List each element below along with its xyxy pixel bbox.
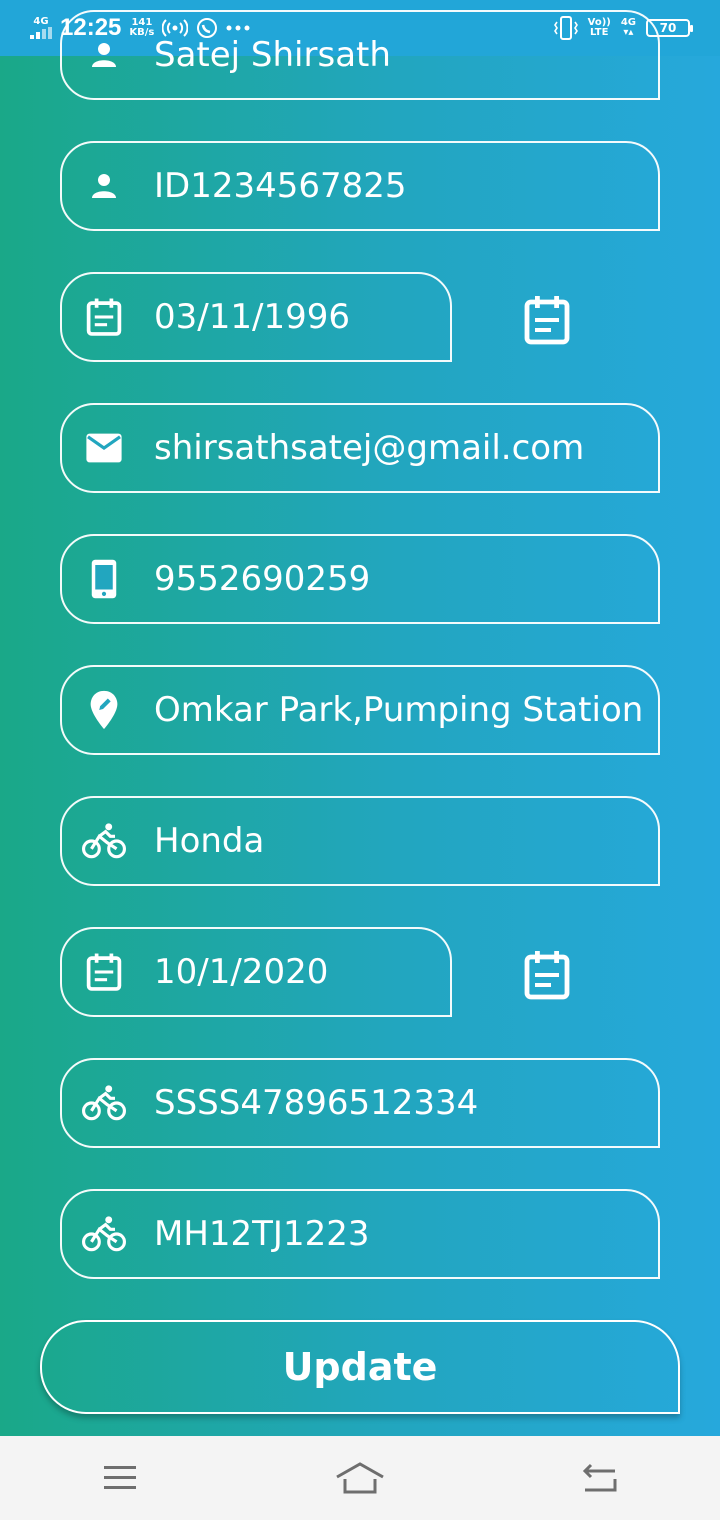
vehicle-date-value: 10/1/2020 bbox=[154, 952, 329, 992]
calendar-icon bbox=[524, 296, 570, 345]
chassis-number-value: SSSS47896512334 bbox=[154, 1083, 479, 1123]
home-button[interactable] bbox=[330, 1448, 390, 1508]
bicycle-icon bbox=[82, 1081, 126, 1125]
address-value: Omkar Park,Pumping Station bbox=[154, 690, 644, 730]
mail-icon bbox=[82, 426, 126, 470]
phone-field[interactable]: 9552690259 bbox=[60, 534, 660, 624]
home-icon bbox=[336, 1462, 384, 1494]
location-pin-icon bbox=[82, 688, 126, 732]
menu-button[interactable] bbox=[90, 1448, 150, 1508]
battery-level: 70 bbox=[659, 21, 677, 35]
person-icon bbox=[82, 164, 126, 208]
id-value: ID1234567825 bbox=[154, 166, 407, 206]
vehicle-date-field[interactable]: 10/1/2020 bbox=[60, 927, 452, 1017]
calendar-icon bbox=[82, 295, 126, 339]
signal-indicator: 4G bbox=[30, 17, 52, 39]
dob-calendar-button[interactable] bbox=[518, 291, 576, 349]
name-field[interactable]: Satej Shirsath bbox=[60, 10, 660, 100]
dob-value: 03/11/1996 bbox=[154, 297, 350, 337]
navigation-bar bbox=[0, 1436, 720, 1520]
menu-icon bbox=[104, 1466, 136, 1489]
email-value: shirsathsatej@gmail.com bbox=[154, 428, 585, 468]
phone-value: 9552690259 bbox=[154, 559, 371, 599]
update-button[interactable]: Update bbox=[40, 1320, 680, 1414]
signal-bars-icon bbox=[30, 27, 52, 39]
dob-field[interactable]: 03/11/1996 bbox=[60, 272, 452, 362]
network-type: 4G bbox=[33, 16, 49, 27]
email-field[interactable]: shirsathsatej@gmail.com bbox=[60, 403, 660, 493]
registration-number-value: MH12TJ1223 bbox=[154, 1214, 370, 1254]
calendar-icon bbox=[82, 950, 126, 994]
back-button[interactable] bbox=[570, 1448, 630, 1508]
id-field[interactable]: ID1234567825 bbox=[60, 141, 660, 231]
name-value: Satej Shirsath bbox=[154, 35, 391, 75]
registration-number-field[interactable]: MH12TJ1223 bbox=[60, 1189, 660, 1279]
address-field[interactable]: Omkar Park,Pumping Station bbox=[60, 665, 660, 755]
phone-icon bbox=[82, 557, 126, 601]
calendar-icon bbox=[524, 951, 570, 1000]
vehicle-value: Honda bbox=[154, 821, 265, 861]
bicycle-icon bbox=[82, 1212, 126, 1256]
vehicle-field[interactable]: Honda bbox=[60, 796, 660, 886]
bicycle-icon bbox=[82, 819, 126, 863]
person-icon bbox=[82, 33, 126, 77]
vehicle-date-calendar-button[interactable] bbox=[518, 946, 576, 1004]
back-icon bbox=[582, 1463, 617, 1492]
chassis-number-field[interactable]: SSSS47896512334 bbox=[60, 1058, 660, 1148]
